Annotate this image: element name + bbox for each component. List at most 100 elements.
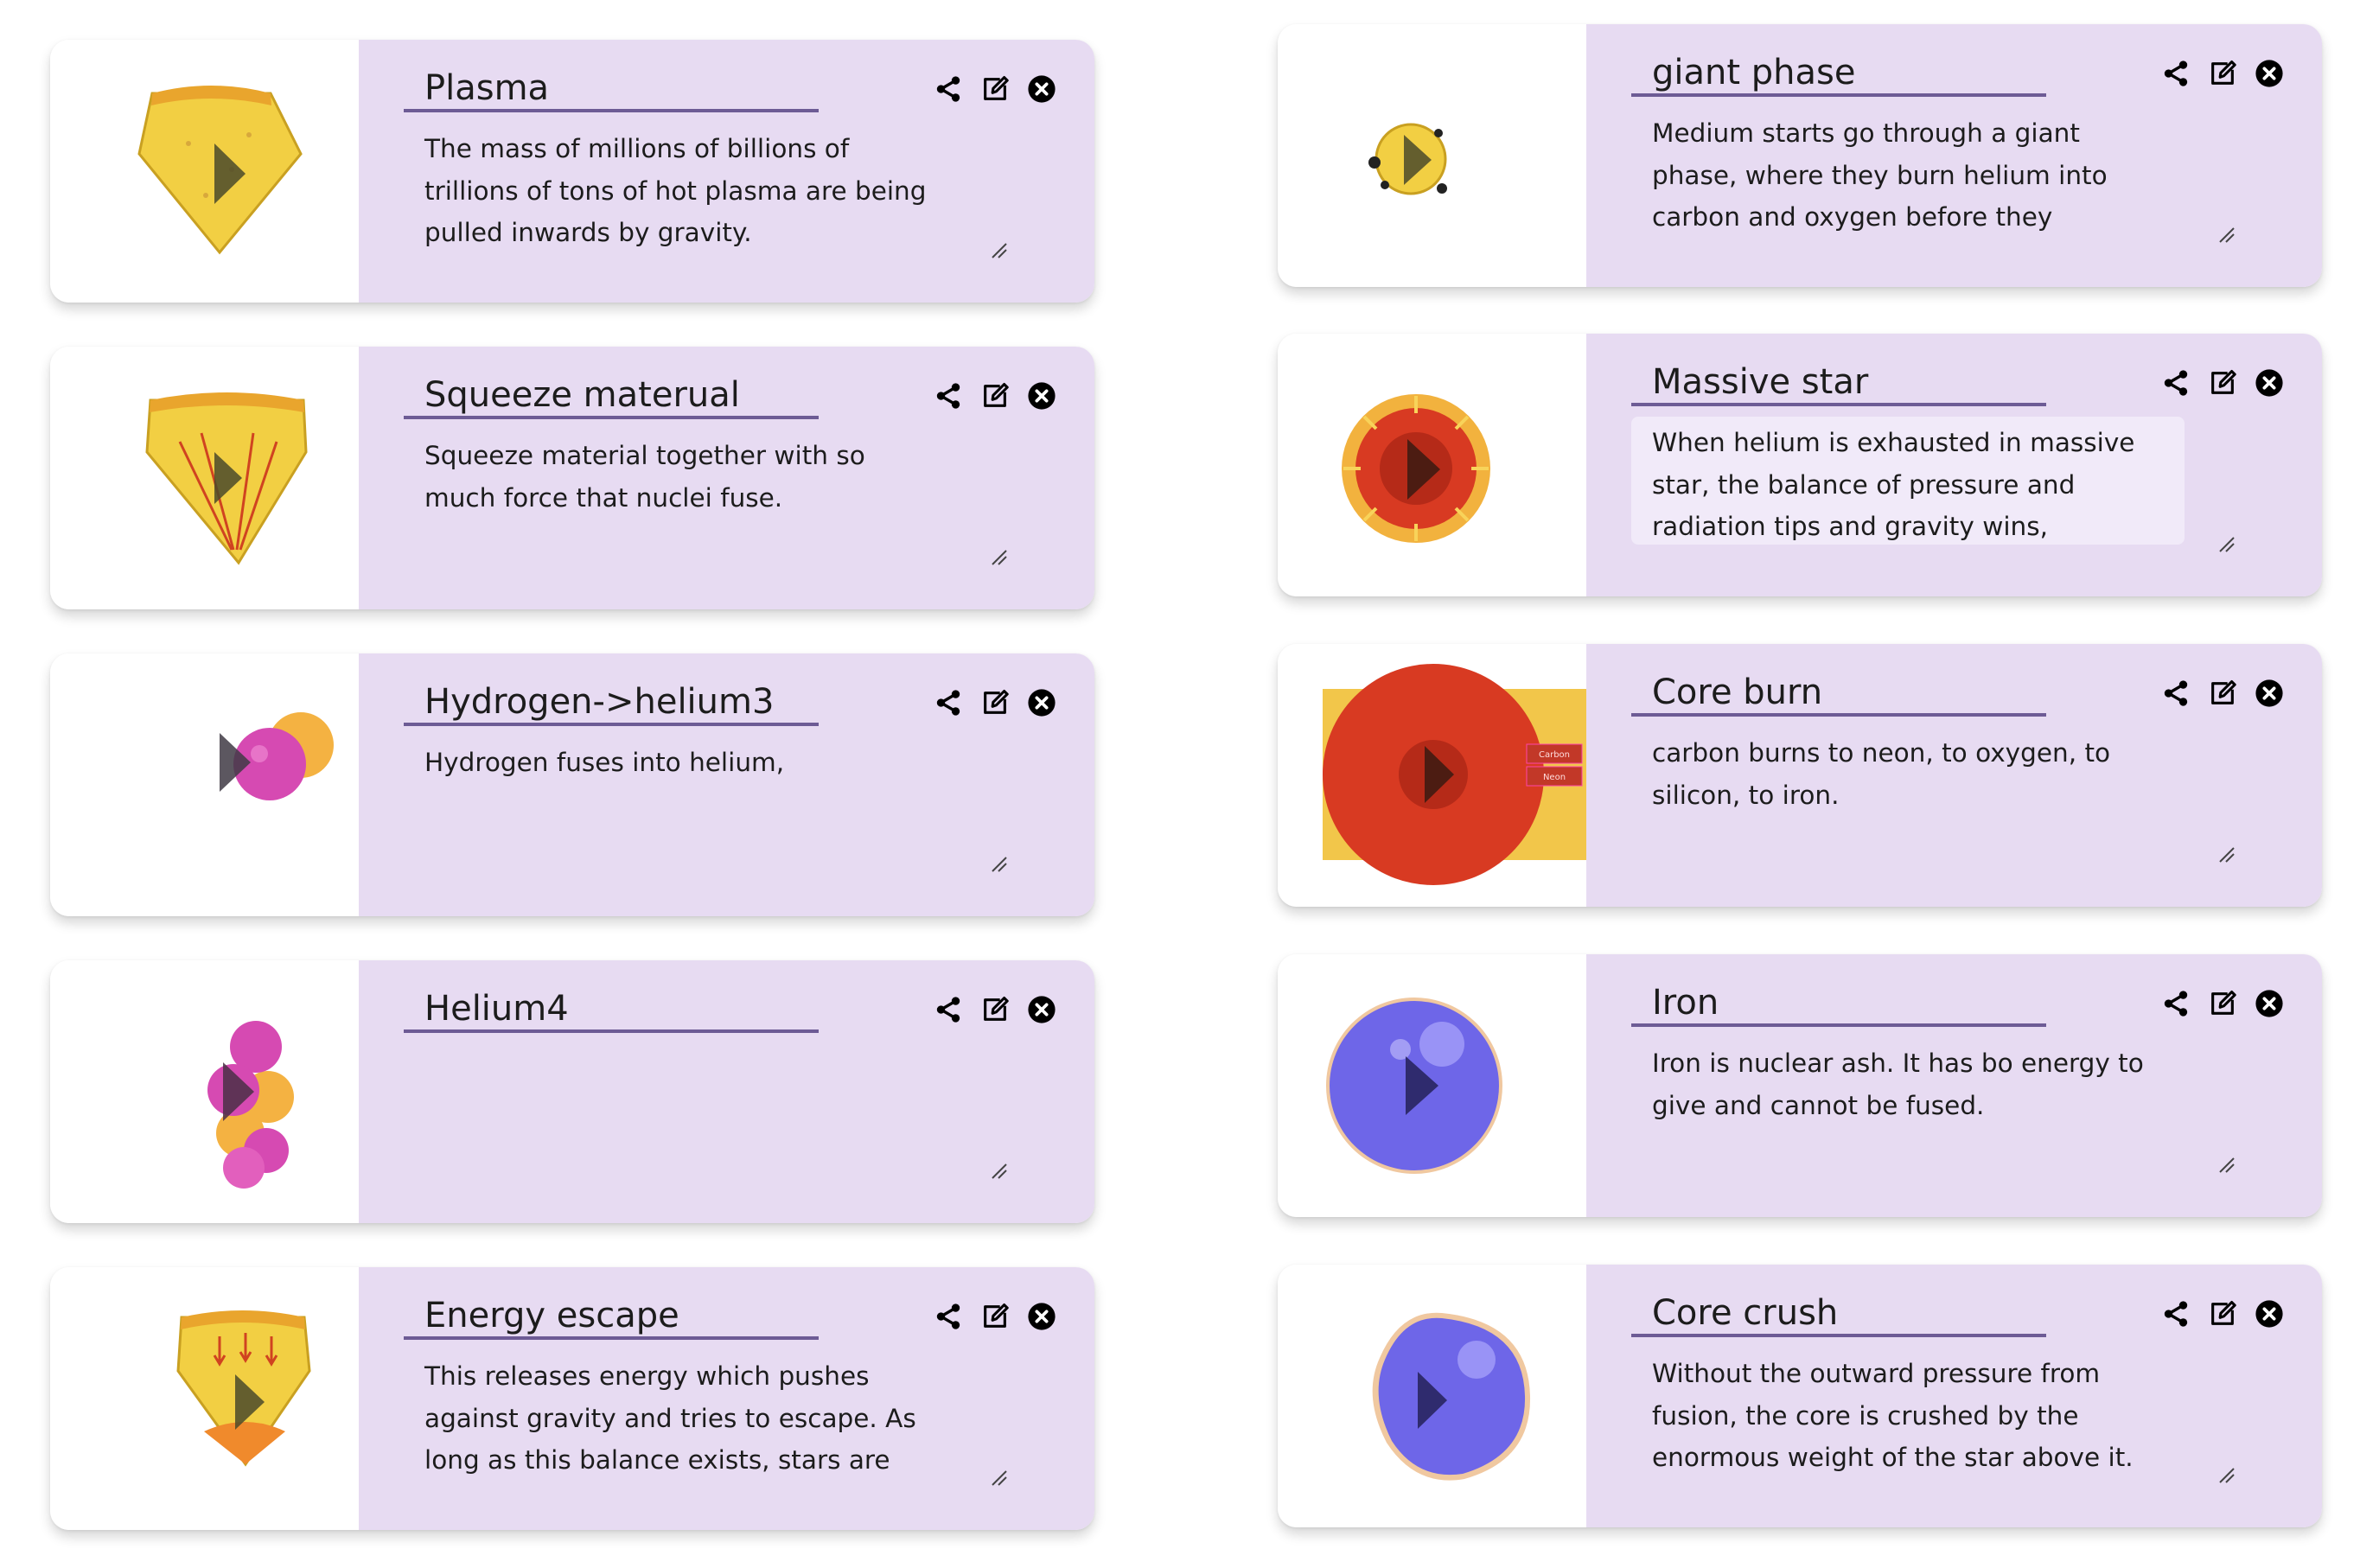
close-circle-icon[interactable]	[2255, 1299, 2284, 1329]
close-circle-icon[interactable]	[1027, 688, 1056, 717]
card-description[interactable]: When helium is exhausted in massive star…	[1631, 417, 2185, 545]
hydrogen-fusion-thumbnail[interactable]	[50, 653, 359, 916]
share-icon[interactable]	[2161, 368, 2191, 398]
card-actions	[2161, 989, 2284, 1018]
media-card: Energy escape This releases energy which…	[50, 1267, 1094, 1530]
card-panel: Helium4	[359, 960, 1094, 1223]
resize-handle-icon[interactable]	[2218, 226, 2236, 244]
share-icon[interactable]	[934, 74, 963, 104]
thumbnail-label-carbon: Carbon	[1539, 750, 1570, 760]
media-card: Hydrogen->helium3 Hydrogen fuses into he…	[50, 653, 1094, 916]
card-panel: Massive star When helium is exhausted in…	[1586, 334, 2322, 596]
media-card: Plasma The mass of millions of billions …	[50, 40, 1094, 303]
card-title[interactable]: Core burn	[1631, 668, 2046, 717]
resize-handle-icon[interactable]	[991, 1163, 1008, 1180]
edit-icon[interactable]	[980, 688, 1010, 717]
energy-wedge-thumbnail[interactable]	[50, 1267, 359, 1530]
squeeze-wedge-thumbnail[interactable]	[50, 347, 359, 609]
card-actions	[2161, 1299, 2284, 1329]
close-circle-icon[interactable]	[1027, 1302, 1056, 1331]
core-crush-sphere-thumbnail[interactable]	[1278, 1265, 1586, 1527]
card-actions	[934, 688, 1056, 717]
close-circle-icon[interactable]	[1027, 74, 1056, 104]
iron-sphere-thumbnail[interactable]	[1278, 954, 1586, 1217]
card-actions	[2161, 368, 2284, 398]
media-card: Massive star When helium is exhausted in…	[1278, 334, 2322, 596]
card-title[interactable]: Iron	[1631, 978, 2046, 1027]
card-actions	[934, 995, 1056, 1024]
edit-icon[interactable]	[980, 74, 1010, 104]
edit-icon[interactable]	[2208, 679, 2237, 708]
card-description[interactable]: Hydrogen fuses into helium,	[404, 736, 957, 864]
card-panel: Core crush Without the outward pressure …	[1586, 1265, 2322, 1527]
card-description[interactable]	[404, 1043, 957, 1171]
edit-icon[interactable]	[2208, 368, 2237, 398]
resize-handle-icon[interactable]	[2218, 1157, 2236, 1174]
media-card: Iron Iron is nuclear ash. It has bo ener…	[1278, 954, 2322, 1217]
card-panel: giant phase Medium starts go through a g…	[1586, 24, 2322, 287]
resize-handle-icon[interactable]	[2218, 536, 2236, 553]
edit-icon[interactable]	[980, 381, 1010, 411]
close-circle-icon[interactable]	[2255, 59, 2284, 88]
card-description[interactable]: Iron is nuclear ash. It has bo energy to…	[1631, 1037, 2185, 1165]
card-description[interactable]: Medium starts go through a giant phase, …	[1631, 107, 2185, 235]
card-title[interactable]: Energy escape	[404, 1291, 819, 1340]
card-description[interactable]: Without the outward pressure from fusion…	[1631, 1348, 2185, 1476]
plasma-wedge-thumbnail[interactable]	[50, 40, 359, 303]
media-card: Carbon Neon Core burn carbon burns to ne…	[1278, 644, 2322, 907]
share-icon[interactable]	[934, 688, 963, 717]
card-title[interactable]: Plasma	[404, 64, 819, 112]
card-panel: Core burn carbon burns to neon, to oxyge…	[1586, 644, 2322, 907]
share-icon[interactable]	[2161, 989, 2191, 1018]
card-title[interactable]: Squeeze materual	[404, 371, 819, 419]
edit-icon[interactable]	[2208, 1299, 2237, 1329]
card-actions	[934, 381, 1056, 411]
media-card: Squeeze materual Squeeze material togeth…	[50, 347, 1094, 609]
share-icon[interactable]	[934, 381, 963, 411]
resize-handle-icon[interactable]	[2218, 846, 2236, 864]
card-actions	[2161, 679, 2284, 708]
card-panel: Iron Iron is nuclear ash. It has bo ener…	[1586, 954, 2322, 1217]
card-panel: Plasma The mass of millions of billions …	[359, 40, 1094, 303]
close-circle-icon[interactable]	[2255, 368, 2284, 398]
media-card: giant phase Medium starts go through a g…	[1278, 24, 2322, 287]
share-icon[interactable]	[2161, 1299, 2191, 1329]
close-circle-icon[interactable]	[2255, 679, 2284, 708]
giant-phase-star-thumbnail[interactable]	[1278, 24, 1586, 287]
edit-icon[interactable]	[980, 995, 1010, 1024]
share-icon[interactable]	[2161, 679, 2191, 708]
card-actions	[2161, 59, 2284, 88]
card-title[interactable]: Helium4	[404, 985, 819, 1033]
card-actions	[934, 74, 1056, 104]
core-burn-thumbnail[interactable]: Carbon Neon	[1278, 644, 1586, 907]
card-actions	[934, 1302, 1056, 1331]
resize-handle-icon[interactable]	[2218, 1467, 2236, 1484]
share-icon[interactable]	[2161, 59, 2191, 88]
share-icon[interactable]	[934, 995, 963, 1024]
close-circle-icon[interactable]	[2255, 989, 2284, 1018]
resize-handle-icon[interactable]	[991, 1469, 1008, 1487]
card-description[interactable]: This releases energy which pushes agains…	[404, 1350, 957, 1478]
card-panel: Energy escape This releases energy which…	[359, 1267, 1094, 1530]
card-title[interactable]: Massive star	[1631, 358, 2046, 406]
helium4-cluster-thumbnail[interactable]	[50, 960, 359, 1223]
resize-handle-icon[interactable]	[991, 549, 1008, 566]
card-title[interactable]: Hydrogen->helium3	[404, 678, 819, 726]
card-description[interactable]: The mass of millions of billions of tril…	[404, 123, 957, 251]
card-description[interactable]: Squeeze material together with so much f…	[404, 430, 957, 558]
edit-icon[interactable]	[980, 1302, 1010, 1331]
card-title[interactable]: Core crush	[1631, 1289, 2046, 1337]
media-card: Helium4	[50, 960, 1094, 1223]
resize-handle-icon[interactable]	[991, 242, 1008, 259]
resize-handle-icon[interactable]	[991, 856, 1008, 873]
card-panel: Hydrogen->helium3 Hydrogen fuses into he…	[359, 653, 1094, 916]
close-circle-icon[interactable]	[1027, 995, 1056, 1024]
card-panel: Squeeze materual Squeeze material togeth…	[359, 347, 1094, 609]
card-description[interactable]: carbon burns to neon, to oxygen, to sili…	[1631, 727, 2185, 855]
share-icon[interactable]	[934, 1302, 963, 1331]
edit-icon[interactable]	[2208, 989, 2237, 1018]
close-circle-icon[interactable]	[1027, 381, 1056, 411]
card-title[interactable]: giant phase	[1631, 48, 2046, 97]
edit-icon[interactable]	[2208, 59, 2237, 88]
massive-star-thumbnail[interactable]	[1278, 334, 1586, 596]
